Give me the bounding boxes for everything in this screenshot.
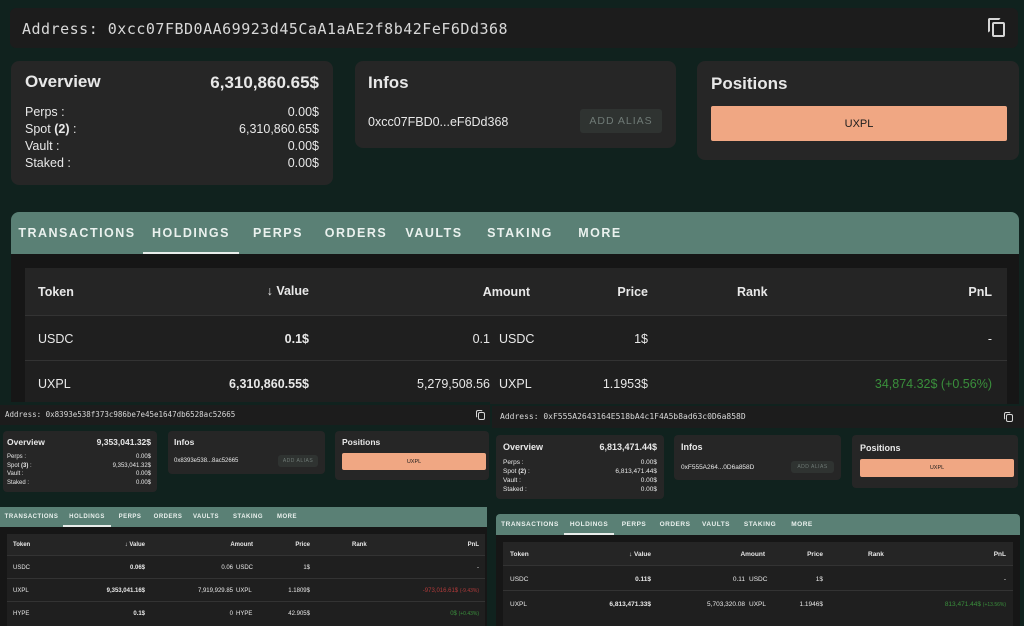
infos-address[interactable]: 0x8393e538...8ac52665 (174, 458, 238, 464)
table-row[interactable]: USDC 0.11$ 0.11 USDC 1$ - (503, 567, 1013, 591)
tab-staking[interactable]: STAKING (473, 212, 567, 254)
overview-row-perps: Perps :0.00$ (25, 105, 319, 119)
overview-row-spot: Spot (2) :6,310,860.65$ (25, 122, 319, 136)
arrow-down-icon: ↓ (124, 542, 128, 548)
position-uxpl-button[interactable]: UXPL (711, 106, 1007, 141)
positions-card: Positions UXPL (335, 431, 489, 480)
tab-transactions[interactable]: TRANSACTIONS (0, 507, 63, 527)
table-header: Token ↓ Value Amount Price Rank PnL (503, 542, 1013, 566)
tab-transactions[interactable]: TRANSACTIONS (496, 514, 564, 535)
infos-title: Infos (174, 437, 195, 447)
table-row[interactable]: HYPE 0.1$ 0 HYPE 42.905$ 0$ (+0.43%) (7, 603, 485, 625)
tab-perps[interactable]: PERPS (614, 514, 654, 535)
add-alias-button[interactable]: ADD ALIAS (278, 455, 318, 467)
left-panel: Address: 0x8393e538f373c986be7e45e1647db… (0, 402, 490, 626)
table-row[interactable]: USDC 0.1$ 0.1 USDC 1$ - (25, 317, 1007, 361)
holdings-table: Token ↓ Value Amount Price Rank PnL USDC… (25, 268, 1007, 404)
arrow-down-icon: ↓ (266, 284, 273, 298)
positions-card: Positions UXPL (852, 435, 1018, 488)
tab-orders[interactable]: ORDERS (149, 507, 187, 527)
positions-card: Positions UXPL (697, 61, 1019, 160)
overview-row-staked: Staked :0.00$ (25, 156, 319, 170)
tab-holdings[interactable]: HOLDINGS (63, 507, 111, 527)
tab-bar: TRANSACTIONS HOLDINGS PERPS ORDERS VAULT… (496, 514, 1020, 535)
tab-staking[interactable]: STAKING (736, 514, 784, 535)
header-rank[interactable]: Rank (737, 285, 768, 299)
holdings-table: Token ↓ Value Amount Price Rank PnL USDC… (7, 534, 485, 626)
tab-more[interactable]: MORE (784, 514, 820, 535)
table-row[interactable]: UXPL 6,310,860.55$ 5,279,508.56 UXPL 1.1… (25, 362, 1007, 404)
address-label: Address: (5, 410, 42, 419)
overview-title: Overview (7, 437, 45, 447)
header-amount[interactable]: Amount (483, 285, 530, 299)
tab-bar: TRANSACTIONS HOLDINGS PERPS ORDERS VAULT… (11, 212, 1019, 254)
tab-perps[interactable]: PERPS (239, 212, 317, 254)
tab-bar: TRANSACTIONS HOLDINGS PERPS ORDERS VAULT… (0, 507, 487, 527)
add-alias-button[interactable]: ADD ALIAS (580, 109, 662, 133)
copy-icon[interactable] (1004, 412, 1014, 423)
tab-vaults[interactable]: VAULTS (395, 212, 473, 254)
header-price[interactable]: Price (617, 285, 648, 299)
overview-row-vault: Vault :0.00$ (25, 139, 319, 153)
table-row[interactable]: USDC 0.06$ 0.06 USDC 1$ - (7, 557, 485, 579)
infos-title: Infos (368, 73, 409, 92)
overview-title: Overview (503, 442, 544, 452)
address-label: Address: (22, 20, 99, 38)
tab-holdings[interactable]: HOLDINGS (143, 212, 239, 254)
header-value[interactable]: ↓ Value (267, 284, 309, 298)
address-value[interactable]: 0x8393e538f373c986be7e45e1647db6528ac526… (46, 410, 236, 419)
infos-title: Infos (681, 442, 703, 452)
position-uxpl-button[interactable]: UXPL (342, 453, 486, 470)
tab-transactions[interactable]: TRANSACTIONS (11, 212, 143, 254)
positions-title: Positions (342, 437, 381, 447)
copy-icon[interactable] (988, 18, 1006, 38)
copy-icon[interactable] (476, 410, 486, 421)
overview-card: Overview 9,353,041.32$ Perps :0.00$ Spot… (3, 431, 157, 492)
tab-orders[interactable]: ORDERS (317, 212, 395, 254)
header-value[interactable]: ↓ Value (629, 551, 651, 558)
tab-staking[interactable]: STAKING (225, 507, 271, 527)
overview-total: 9,353,041.32$ (96, 437, 151, 447)
positions-title: Positions (860, 443, 901, 453)
holdings-table: Token ↓ Value Amount Price Rank PnL USDC… (503, 542, 1013, 626)
table-row[interactable]: UXPL 9,353,041.16$ 7,919,929.85 UXPL 1.1… (7, 580, 485, 602)
tab-perps[interactable]: PERPS (111, 507, 149, 527)
address-bar: Address: 0x8393e538f373c986be7e45e1647db… (0, 405, 490, 425)
tab-holdings[interactable]: HOLDINGS (564, 514, 614, 535)
arrow-down-icon: ↓ (628, 551, 633, 558)
address-label: Address: (500, 412, 539, 421)
pnl-value: 34,874.32$ (+0.56%) (874, 377, 992, 391)
tab-orders[interactable]: ORDERS (654, 514, 696, 535)
infos-card: Infos 0x8393e538...8ac52665 ADD ALIAS (168, 431, 325, 474)
address-value[interactable]: 0xcc07FBD0AA69923d45CaA1aAE2f8b42FeF6Dd3… (108, 20, 508, 38)
address-bar: Address: 0xcc07FBD0AA69923d45CaA1aAE2f8b… (10, 8, 1018, 48)
table-header: Token ↓ Value Amount Price Rank PnL (7, 534, 485, 556)
overview-card: Overview 6,310,860.65$ Perps :0.00$ Spot… (11, 61, 333, 185)
table-header: Token ↓ Value Amount Price Rank PnL (25, 268, 1007, 316)
infos-address[interactable]: 0xF555A264...0D6a858D (681, 464, 754, 471)
overview-total: 6,310,860.65$ (210, 73, 319, 92)
infos-card: Infos 0xcc07FBD0...eF6Dd368 ADD ALIAS (355, 61, 676, 148)
infos-card: Infos 0xF555A264...0D6a858D ADD ALIAS (674, 435, 841, 480)
address-bar: Address: 0xF555A2643164E518bA4c1F4A5b8ad… (492, 406, 1024, 428)
header-pnl[interactable]: PnL (968, 285, 992, 299)
header-value[interactable]: ↓ Value (125, 542, 145, 548)
tab-more[interactable]: MORE (567, 212, 633, 254)
tab-more[interactable]: MORE (271, 507, 303, 527)
positions-title: Positions (711, 74, 788, 93)
table-row[interactable]: UXPL 6,813,471.33$ 5,703,320.08 UXPL 1.1… (503, 592, 1013, 616)
overview-total: 6,813,471.44$ (599, 442, 657, 452)
overview-card: Overview 6,813,471.44$ Perps :0.00$ Spot… (496, 435, 664, 499)
right-panel: Address: 0xF555A2643164E518bA4c1F4A5b8ad… (492, 404, 1024, 626)
tab-vaults[interactable]: VAULTS (187, 507, 225, 527)
position-uxpl-button[interactable]: UXPL (860, 459, 1014, 477)
tab-vaults[interactable]: VAULTS (696, 514, 736, 535)
overview-title: Overview (25, 72, 101, 91)
header-token: Token (38, 285, 74, 299)
add-alias-button[interactable]: ADD ALIAS (791, 461, 834, 473)
infos-address[interactable]: 0xcc07FBD0...eF6Dd368 (368, 115, 508, 129)
address-value[interactable]: 0xF555A2643164E518bA4c1F4A5b8ad63c0D6a85… (543, 412, 745, 421)
